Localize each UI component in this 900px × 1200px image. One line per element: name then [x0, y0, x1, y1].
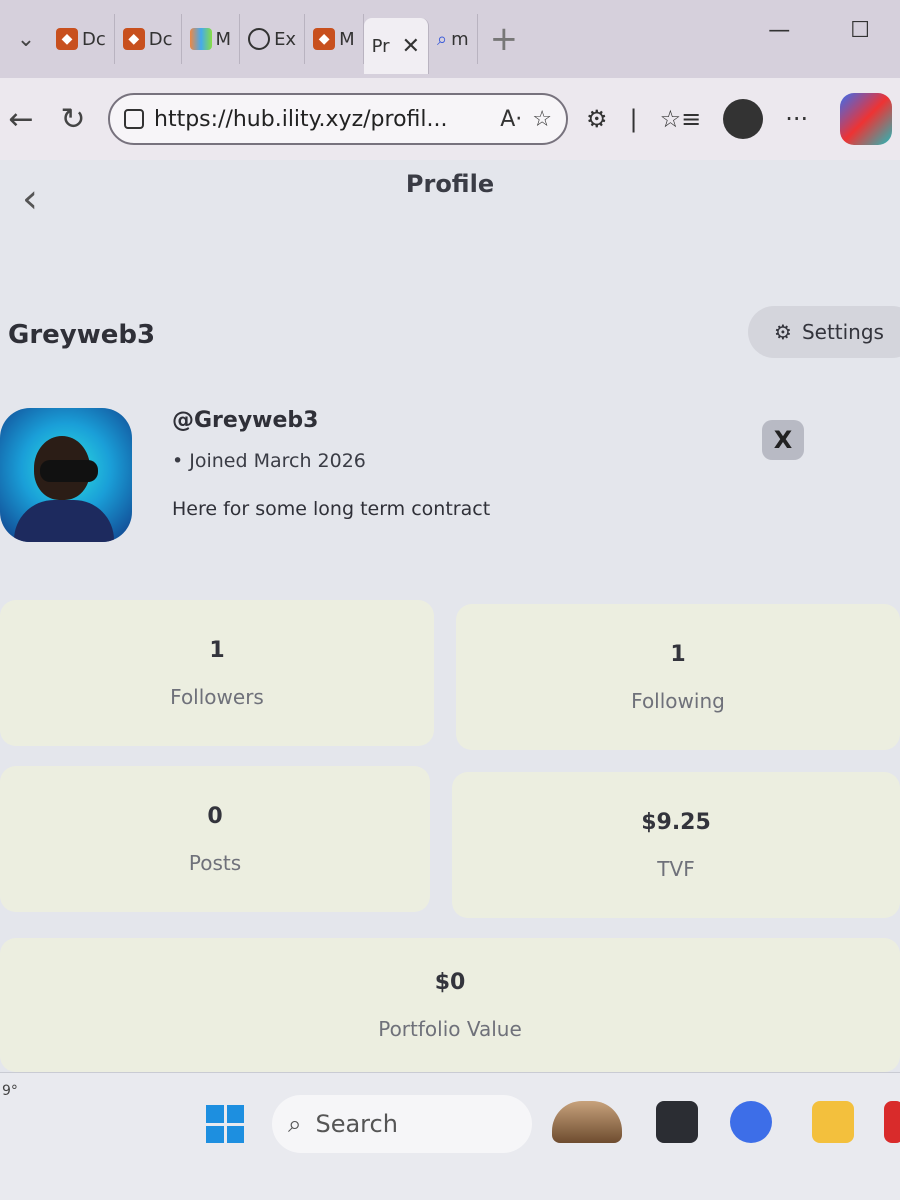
avatar: [0, 408, 132, 542]
divider: |: [629, 105, 638, 133]
profile-bio: Here for some long term contract: [172, 498, 491, 520]
back-arrow-icon[interactable]: ←: [4, 102, 38, 137]
search-icon: ⌕: [437, 28, 448, 50]
maximize-icon[interactable]: ☐: [850, 18, 870, 43]
tab-label: Dc: [148, 28, 173, 50]
followers-card[interactable]: 1 Followers: [0, 600, 434, 746]
url-text[interactable]: https://hub.ility.xyz/profil...: [154, 107, 490, 132]
copilot-icon[interactable]: [840, 93, 893, 145]
windows-start-icon[interactable]: [206, 1105, 244, 1143]
windows-taskbar: 9° ⌕ Search: [0, 1072, 900, 1200]
widgets-hedgehog-icon[interactable]: [552, 1101, 622, 1143]
address-bar[interactable]: https://hub.ility.xyz/profil... A· ☆: [108, 93, 568, 145]
following-card[interactable]: 1 Following: [456, 604, 900, 750]
stat-label: Followers: [170, 684, 264, 709]
metamask-fox-icon: ◆: [56, 28, 78, 50]
settings-button[interactable]: ⚙ Settings: [748, 306, 900, 358]
posts-card[interactable]: 0 Posts: [0, 766, 430, 912]
tab-label: Dc: [82, 28, 106, 50]
weather-temp: 9°: [2, 1083, 18, 1099]
avatar-body: [14, 500, 114, 542]
browser-tab[interactable]: ◆ Dc: [115, 14, 182, 64]
browser-profile-avatar[interactable]: [723, 99, 764, 139]
tab-label: Ex: [274, 28, 297, 50]
extension-gear-icon: [248, 28, 271, 50]
x-social-link-icon[interactable]: X: [762, 420, 804, 460]
settings-label: Settings: [801, 320, 884, 344]
stat-value: 1: [209, 637, 225, 663]
new-tab-button[interactable]: +: [490, 19, 519, 59]
extensions-icon[interactable]: ⚙: [586, 105, 608, 133]
stat-value: $9.25: [641, 809, 711, 835]
stat-label: Posts: [188, 850, 242, 875]
search-label: Search: [315, 1110, 398, 1138]
avatar-visor: [40, 460, 98, 482]
profile-page: ‹ Profile Greyweb3 ⚙ Settings @Greyweb3 …: [0, 160, 900, 1072]
profile-username: Greyweb3: [8, 320, 156, 350]
browser-tab[interactable]: Ex: [240, 14, 306, 64]
browser-address-row: ← ↻ https://hub.ility.xyz/profil... A· ☆…: [0, 78, 900, 160]
tab-label: M: [339, 28, 355, 50]
search-icon: ⌕: [288, 1110, 302, 1138]
tvf-card: $9.25 TVF: [452, 772, 900, 918]
stat-label: TVF: [657, 856, 695, 881]
close-icon[interactable]: ✕: [402, 34, 420, 59]
window-controls: — ☐: [768, 18, 870, 43]
favorites-list-icon[interactable]: ☆≡: [660, 105, 702, 133]
browser-tab-active[interactable]: Pr ✕: [363, 18, 430, 74]
favorite-star-icon[interactable]: ☆: [532, 107, 552, 132]
taskbar-search[interactable]: ⌕ Search: [272, 1095, 532, 1153]
browser-tab[interactable]: M: [182, 14, 241, 64]
stat-value: $0: [434, 969, 466, 995]
minimize-icon[interactable]: —: [768, 18, 790, 43]
profile-handle: @Greyweb3: [172, 408, 319, 433]
stat-label: Following: [631, 688, 725, 713]
app-icon[interactable]: [884, 1101, 900, 1143]
metamask-fox-icon: ◆: [122, 28, 145, 50]
task-view-icon[interactable]: [656, 1101, 698, 1143]
join-date: • Joined March 2026: [172, 450, 366, 472]
tab-label: Pr: [371, 35, 390, 57]
browser-tab[interactable]: ◆ Dc: [48, 14, 115, 64]
rainbow-icon: [189, 28, 212, 50]
page-title: Profile: [405, 170, 495, 198]
chevron-down-icon[interactable]: ⌄: [4, 19, 48, 59]
stat-label: Portfolio Value: [378, 1016, 522, 1041]
tab-label: M: [215, 28, 232, 50]
browser-tab-strip: ⌄ ◆ Dc ◆ Dc M Ex ◆ M Pr ✕ ⌕ m + — ☐: [0, 0, 900, 78]
browser-tab[interactable]: ⌕ m: [429, 14, 478, 64]
tab-label: m: [451, 28, 469, 50]
browser-tab[interactable]: ◆ M: [305, 14, 364, 64]
chat-icon[interactable]: [730, 1101, 772, 1143]
browser-toolbar-icons: ⚙ | ☆≡ ···: [586, 93, 893, 145]
gear-icon: ⚙: [774, 320, 792, 344]
lock-icon: [124, 109, 144, 129]
metamask-fox-icon: ◆: [313, 28, 336, 50]
refresh-icon[interactable]: ↻: [56, 102, 90, 137]
stat-value: 1: [670, 641, 686, 667]
stat-value: 0: [207, 803, 223, 829]
read-aloud-icon[interactable]: A·: [500, 107, 522, 132]
portfolio-value-card: $0 Portfolio Value: [0, 938, 900, 1072]
more-options-icon[interactable]: ···: [785, 105, 808, 133]
file-explorer-icon[interactable]: [812, 1101, 854, 1143]
